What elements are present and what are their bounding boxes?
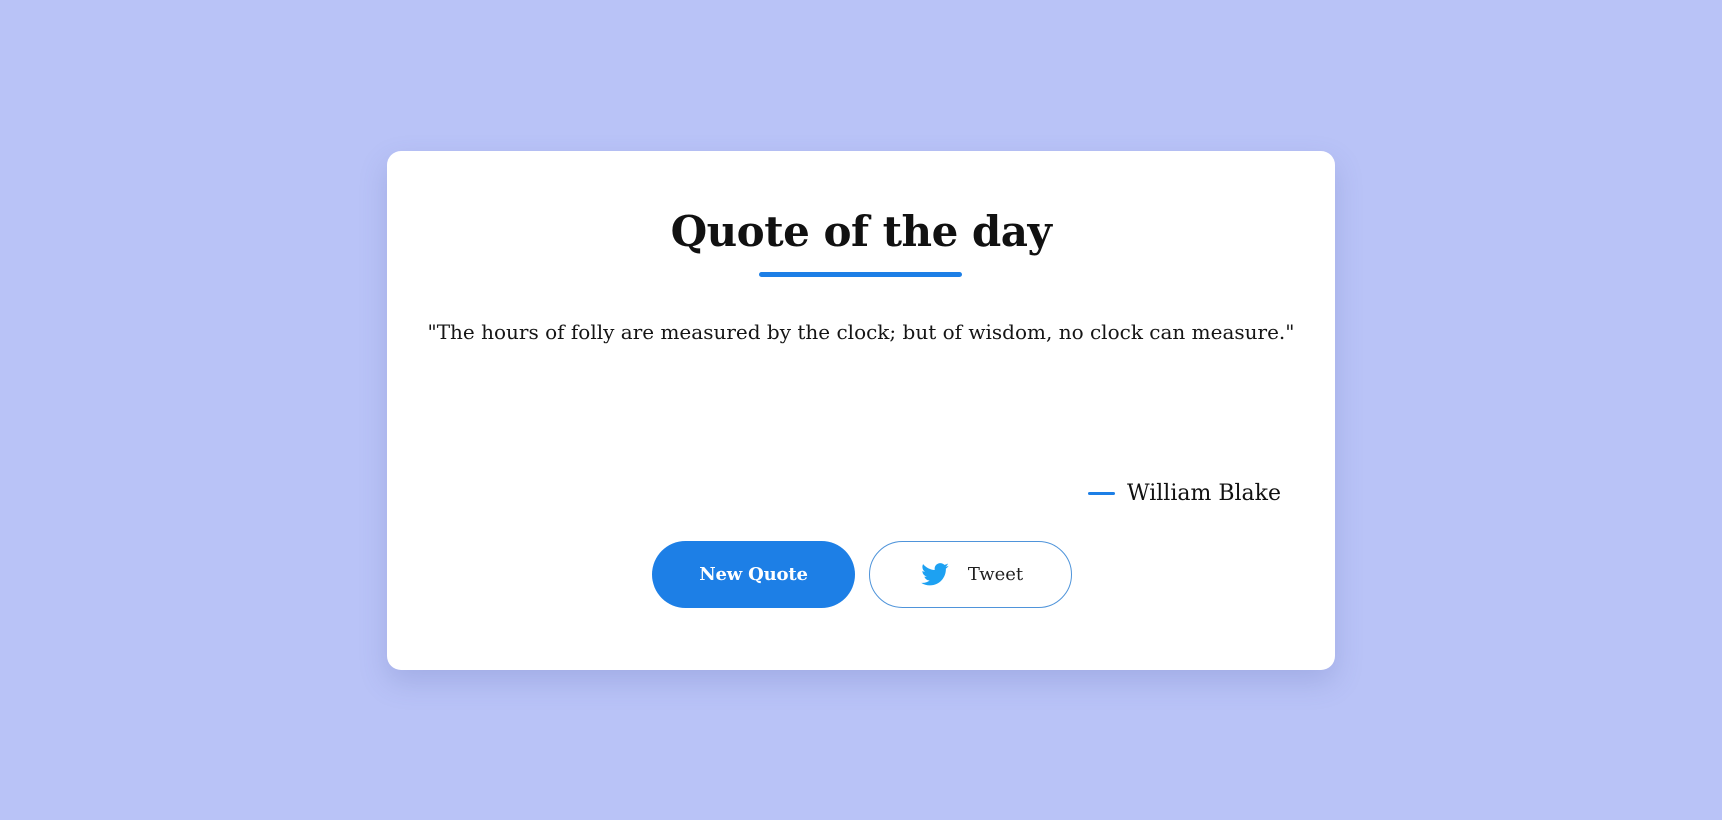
author-name: William Blake: [1126, 481, 1281, 506]
tweet-label: Tweet: [967, 564, 1024, 585]
new-quote-label: New Quote: [699, 564, 808, 585]
new-quote-button[interactable]: New Quote: [652, 541, 855, 608]
card-title: Quote of the day: [670, 207, 1052, 256]
author-dash: [1087, 492, 1115, 495]
title-underline: [759, 272, 962, 277]
quote-card: Quote of the day "The hours of folly are…: [387, 151, 1335, 670]
quote-text: "The hours of folly are measured by the …: [427, 320, 1295, 344]
author-row: William Blake: [1087, 481, 1281, 506]
action-buttons: New Quote Tweet: [652, 541, 1072, 608]
tweet-button[interactable]: Tweet: [869, 541, 1072, 608]
twitter-bird-icon: [918, 560, 952, 590]
